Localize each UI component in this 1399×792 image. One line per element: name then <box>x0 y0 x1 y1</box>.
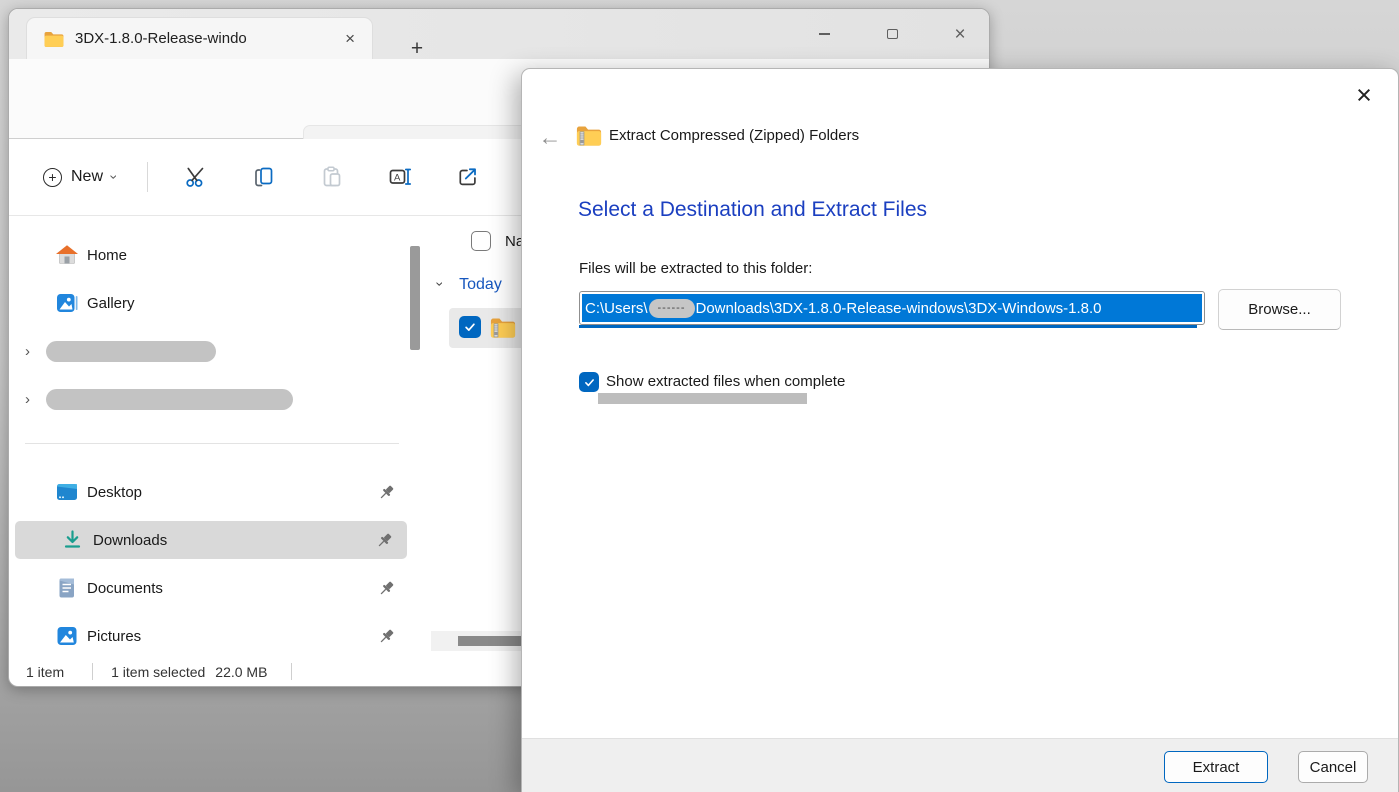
documents-icon <box>55 576 79 600</box>
chevron-down-icon: › <box>432 282 448 287</box>
sidebar-item-redacted-2[interactable]: › <box>9 380 409 418</box>
check-icon <box>463 320 477 334</box>
item-count: 1 item <box>26 664 64 680</box>
dialog-title: Extract Compressed (Zipped) Folders <box>609 127 859 144</box>
downloads-icon <box>61 528 85 552</box>
show-files-checkbox[interactable] <box>579 372 599 392</box>
paste-button[interactable] <box>298 154 366 200</box>
row-checkbox[interactable] <box>459 316 481 338</box>
toolbar-divider <box>147 162 148 192</box>
sidebar-item-label: Gallery <box>87 295 135 312</box>
chevron-right-icon[interactable]: › <box>25 343 30 360</box>
copy-button[interactable] <box>230 154 298 200</box>
minimize-button[interactable] <box>801 9 847 59</box>
redacted-pill <box>46 389 293 410</box>
svg-text:A: A <box>394 172 401 183</box>
folder-icon <box>43 30 65 48</box>
pin-icon <box>378 628 395 645</box>
selection-count: 1 item selected <box>111 664 205 680</box>
share-icon <box>456 165 480 189</box>
path-prefix: C:\Users\ <box>585 300 648 317</box>
browse-button[interactable]: Browse... <box>1218 289 1341 330</box>
sidebar-item-label: Pictures <box>87 628 141 645</box>
pin-icon <box>378 484 395 501</box>
extract-button[interactable]: Extract <box>1164 751 1268 783</box>
tab-bar: 3DX-1.8.0-Release-windo × + × <box>9 9 989 59</box>
dialog-close-button[interactable]: × <box>1344 75 1384 115</box>
zip-folder-icon <box>489 316 517 339</box>
sidebar-item-gallery[interactable]: Gallery <box>9 284 409 322</box>
desktop-icon <box>55 480 79 504</box>
sidebar-scrollbar[interactable] <box>410 246 420 350</box>
path-selected-text: C:\Users\ ------ Downloads\3DX-1.8.0-Rel… <box>582 294 1202 322</box>
new-button[interactable]: + New › <box>33 160 127 195</box>
sidebar-item-pictures[interactable]: Pictures <box>9 617 409 655</box>
maximize-icon <box>887 29 898 39</box>
dialog-footer: Extract Cancel <box>522 738 1398 792</box>
tab-title: 3DX-1.8.0-Release-windo <box>75 30 330 47</box>
paste-icon <box>320 165 344 189</box>
zip-folder-icon <box>575 124 603 147</box>
chevron-right-icon[interactable]: › <box>25 391 30 408</box>
sidebar-item-redacted-1[interactable]: › <box>9 332 409 370</box>
redacted-pill <box>46 341 216 362</box>
new-button-label: New <box>71 168 103 186</box>
pin-icon <box>378 580 395 597</box>
window-close-button[interactable]: × <box>937 9 983 59</box>
destination-label: Files will be extracted to this folder: <box>579 260 812 277</box>
status-divider <box>92 663 93 680</box>
plus-icon: + <box>43 168 62 187</box>
home-icon <box>55 243 79 267</box>
path-suffix: Downloads\3DX-1.8.0-Release-windows\3DX-… <box>696 300 1102 317</box>
cut-icon <box>184 165 208 189</box>
dialog-back-button[interactable]: ← <box>534 121 566 153</box>
redaction-bar <box>598 393 807 404</box>
pictures-icon <box>55 624 79 648</box>
maximize-button[interactable] <box>869 9 915 59</box>
cancel-button[interactable]: Cancel <box>1298 751 1368 783</box>
rename-button[interactable]: A <box>366 154 434 200</box>
gallery-icon <box>55 291 79 315</box>
rename-icon: A <box>388 165 412 189</box>
sidebar-item-desktop[interactable]: Desktop <box>9 473 409 511</box>
destination-path-field[interactable]: C:\Users\ ------ Downloads\3DX-1.8.0-Rel… <box>579 291 1205 325</box>
group-label: Today <box>459 276 502 293</box>
extract-dialog: × ← Extract Compressed (Zipped) Folders … <box>521 68 1399 792</box>
status-divider <box>291 663 292 680</box>
pin-icon <box>376 532 393 549</box>
sidebar-item-home[interactable]: Home <box>9 236 409 274</box>
show-files-label: Show extracted files when complete <box>606 373 845 390</box>
copy-icon <box>252 165 276 189</box>
minimize-icon <box>819 33 830 35</box>
sidebar-item-label: Home <box>87 247 127 264</box>
selection-size: 22.0 MB <box>215 664 267 680</box>
field-focus-underline <box>579 325 1197 328</box>
dialog-heading: Select a Destination and Extract Files <box>578 198 927 222</box>
sidebar-item-label: Documents <box>87 580 163 597</box>
sidebar-item-label: Downloads <box>93 532 167 549</box>
redacted-username-pill: ------ <box>649 299 695 318</box>
select-all-checkbox[interactable] <box>471 231 491 251</box>
share-button[interactable] <box>434 154 502 200</box>
close-icon: × <box>954 25 965 44</box>
chevron-down-icon: › <box>106 175 122 180</box>
sidebar-item-downloads[interactable]: Downloads <box>15 521 407 559</box>
group-header-today[interactable]: › Today <box>438 276 502 294</box>
sidebar-separator <box>25 443 399 444</box>
sidebar-item-documents[interactable]: Documents <box>9 569 409 607</box>
explorer-tab[interactable]: 3DX-1.8.0-Release-windo × <box>26 17 373 59</box>
desktop-background: 3DX-1.8.0-Release-windo × + × ← → ↑ ↻ › … <box>0 0 1399 792</box>
check-icon <box>583 376 596 389</box>
tab-close-button[interactable]: × <box>340 28 360 49</box>
cut-button[interactable] <box>162 154 230 200</box>
sidebar-item-label: Desktop <box>87 484 142 501</box>
